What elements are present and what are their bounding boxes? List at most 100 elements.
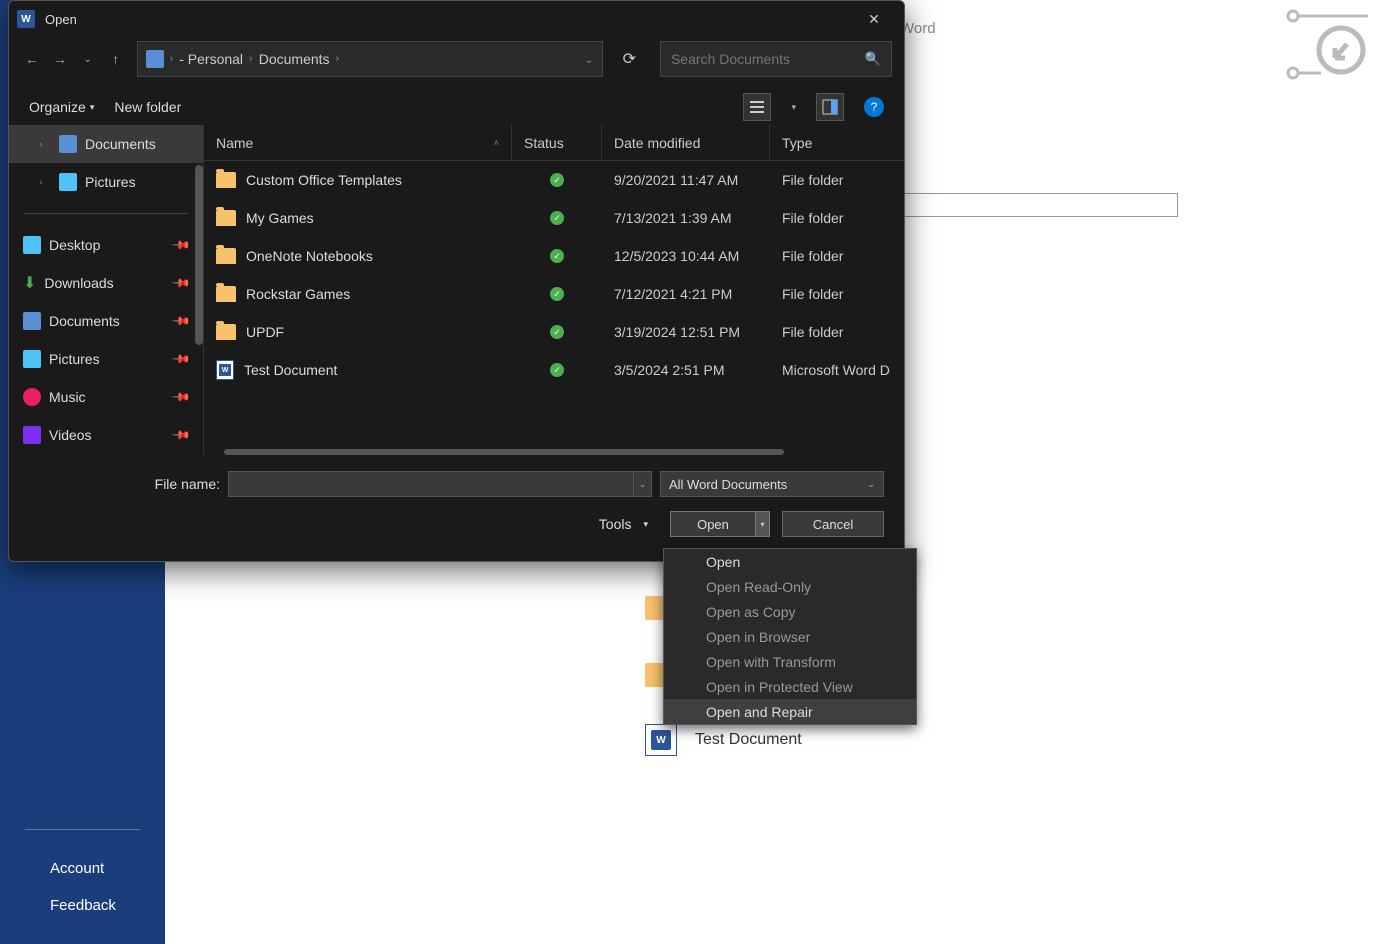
close-button[interactable]: ✕: [852, 1, 896, 37]
refresh-button[interactable]: ⟳: [613, 43, 646, 75]
folder-icon: [216, 324, 236, 340]
status-ok-icon: ✓: [550, 325, 564, 339]
search-icon[interactable]: 🔍: [865, 51, 881, 67]
file-row[interactable]: UPDF✓3/19/2024 12:51 PMFile folder: [204, 313, 904, 351]
list-header: Name ˄ Status Date modified Type: [204, 125, 904, 161]
back-button[interactable]: ←: [21, 43, 43, 75]
word-feedback[interactable]: Feedback: [0, 887, 165, 924]
open-dropdown-button[interactable]: ▾: [756, 511, 770, 537]
file-date: 9/20/2021 11:47 AM: [602, 172, 770, 188]
search-input[interactable]: [671, 51, 865, 67]
file-name: Custom Office Templates: [246, 172, 402, 188]
file-name: UPDF: [246, 324, 284, 340]
breadcrumb-personal[interactable]: - Personal: [179, 51, 243, 67]
status-ok-icon: ✓: [550, 211, 564, 225]
pin-icon: 📌: [171, 311, 191, 331]
sidebar-item-documents[interactable]: › Documents: [9, 125, 203, 163]
sidebar-label: Pictures: [85, 174, 136, 190]
file-date: 7/13/2021 1:39 AM: [602, 210, 770, 226]
sidebar-label: Documents: [85, 136, 156, 152]
menu-item-open-as-copy: Open as Copy: [664, 599, 916, 624]
breadcrumb[interactable]: › - Personal › Documents › ⌄: [137, 41, 603, 77]
sidebar-label: Downloads: [44, 275, 113, 291]
organize-button[interactable]: Organize▾: [29, 99, 94, 115]
file-row[interactable]: Custom Office Templates✓9/20/2021 11:47 …: [204, 161, 904, 199]
open-dialog: W Open ✕ ← → ⌄ ↑ › - Personal › Document…: [8, 0, 905, 562]
status-ok-icon: ✓: [550, 287, 564, 301]
chevron-right-icon[interactable]: ›: [39, 177, 51, 188]
breadcrumb-documents[interactable]: Documents: [259, 51, 330, 67]
recent-dropdown[interactable]: ⌄: [77, 43, 99, 75]
word-title: Word: [900, 20, 936, 37]
pin-icon: 📌: [171, 273, 191, 293]
sidebar-item-pictures-q[interactable]: Pictures 📌: [9, 340, 203, 378]
open-button[interactable]: Open: [670, 511, 756, 537]
chevron-down-icon: ⌄: [867, 479, 875, 490]
pictures-icon: [23, 350, 41, 368]
menu-item-open[interactable]: Open: [664, 549, 916, 574]
folder-icon: [216, 286, 236, 302]
dialog-title: Open: [45, 12, 77, 27]
pictures-icon: [59, 173, 77, 191]
help-button[interactable]: ?: [864, 97, 884, 117]
new-folder-button[interactable]: New folder: [114, 99, 181, 115]
col-date[interactable]: Date modified: [602, 125, 770, 160]
file-filter-dropdown[interactable]: All Word Documents ⌄: [660, 471, 884, 497]
file-name-input-wrapper: ⌄: [228, 471, 652, 497]
word-account[interactable]: Account: [0, 850, 165, 887]
chevron-down-icon[interactable]: ⌄: [584, 53, 593, 66]
open-dropdown-menu: OpenOpen Read-OnlyOpen as CopyOpen in Br…: [663, 548, 917, 725]
sidebar-item-videos[interactable]: Videos 📌: [9, 416, 203, 454]
forward-button[interactable]: →: [49, 43, 71, 75]
videos-icon: [23, 426, 41, 444]
view-dropdown-icon[interactable]: ▾: [791, 102, 796, 113]
file-name-input[interactable]: [229, 477, 633, 492]
dialog-titlebar: W Open ✕: [9, 1, 904, 37]
sidebar-item-desktop[interactable]: Desktop 📌: [9, 226, 203, 264]
file-row[interactable]: Rockstar Games✓7/12/2021 4:21 PMFile fol…: [204, 275, 904, 313]
documents-icon: [59, 135, 77, 153]
tools-button[interactable]: Tools▾: [599, 516, 648, 532]
chevron-right-icon[interactable]: ›: [336, 53, 340, 65]
location-icon: [146, 50, 164, 68]
cancel-button[interactable]: Cancel: [782, 511, 884, 537]
col-name[interactable]: Name ˄: [204, 125, 512, 160]
file-name-dropdown[interactable]: ⌄: [633, 472, 651, 496]
file-date: 12/5/2023 10:44 AM: [602, 248, 770, 264]
word-doc-row[interactable]: W Test Document: [645, 724, 802, 756]
sidebar-scrollbar[interactable]: [195, 165, 203, 345]
chevron-right-icon[interactable]: ›: [249, 53, 253, 65]
sidebar-item-music[interactable]: Music 📌: [9, 378, 203, 416]
file-list: Name ˄ Status Date modified Type Custom …: [204, 125, 904, 455]
sidebar-item-downloads[interactable]: ⬇ Downloads 📌: [9, 264, 203, 302]
dialog-navbar: ← → ⌄ ↑ › - Personal › Documents › ⌄ ⟳ 🔍: [9, 37, 904, 81]
chevron-right-icon[interactable]: ›: [39, 139, 51, 150]
up-button[interactable]: ↑: [105, 43, 127, 75]
file-type: File folder: [770, 248, 904, 264]
word-icon: W: [17, 10, 35, 28]
pin-icon: 📌: [171, 425, 191, 445]
file-name-label: File name:: [155, 476, 220, 492]
chevron-right-icon[interactable]: ›: [170, 53, 174, 65]
file-row[interactable]: My Games✓7/13/2021 1:39 AMFile folder: [204, 199, 904, 237]
folder-icon: [216, 172, 236, 188]
sort-asc-icon: ˄: [494, 138, 499, 148]
menu-item-open-with-transform: Open with Transform: [664, 649, 916, 674]
file-row[interactable]: OneNote Notebooks✓12/5/2023 10:44 AMFile…: [204, 237, 904, 275]
search-box[interactable]: 🔍: [660, 41, 892, 77]
sidebar-label: Desktop: [49, 237, 100, 253]
horizontal-scrollbar[interactable]: [224, 449, 784, 455]
sidebar-item-pictures[interactable]: › Pictures: [9, 163, 203, 201]
sidebar-item-documents-q[interactable]: Documents 📌: [9, 302, 203, 340]
word-doc-icon: W: [216, 360, 234, 380]
file-date: 3/19/2024 12:51 PM: [602, 324, 770, 340]
sidebar-label: Documents: [49, 313, 120, 329]
col-status[interactable]: Status: [512, 125, 602, 160]
file-row[interactable]: WTest Document✓3/5/2024 2:51 PMMicrosoft…: [204, 351, 904, 389]
preview-pane-button[interactable]: [816, 93, 844, 121]
dialog-sidebar: › Documents › Pictures Desktop 📌 ⬇ Downl…: [9, 125, 204, 455]
menu-item-open-and-repair[interactable]: Open and Repair: [664, 699, 916, 724]
view-list-button[interactable]: [743, 93, 771, 121]
file-date: 3/5/2024 2:51 PM: [602, 362, 770, 378]
col-type[interactable]: Type: [770, 125, 904, 160]
